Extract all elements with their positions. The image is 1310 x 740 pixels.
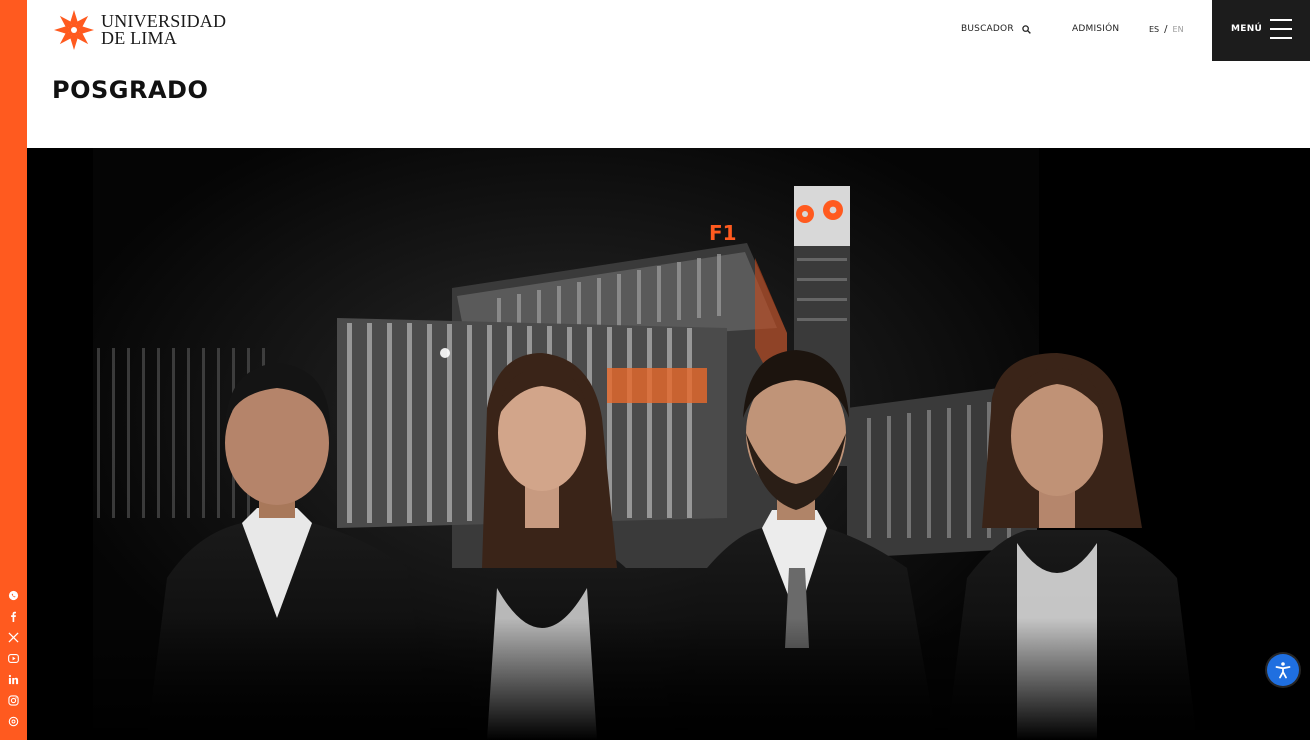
threads-icon[interactable]	[6, 714, 21, 729]
social-icons	[0, 588, 27, 729]
building-sign: F1	[709, 221, 737, 245]
search-label: BUSCADOR	[961, 24, 1014, 34]
site-header: UNIVERSIDAD DE LIMA POSGRADO BUSCADOR AD…	[27, 0, 1310, 148]
accessibility-icon	[1275, 662, 1291, 679]
hamburger-icon	[1270, 19, 1292, 39]
university-logo[interactable]: UNIVERSIDAD DE LIMA	[53, 9, 226, 51]
lang-es[interactable]: ES	[1149, 25, 1159, 34]
whatsapp-icon[interactable]	[6, 588, 21, 603]
search-link[interactable]: BUSCADOR	[961, 24, 1031, 34]
hero-banner: F1	[27, 148, 1310, 740]
menu-label: MENÚ	[1231, 24, 1263, 34]
admission-link[interactable]: ADMISIÓN	[1072, 24, 1119, 34]
logo-line-2: DE LIMA	[101, 28, 177, 48]
logo-wordmark: UNIVERSIDAD DE LIMA	[101, 12, 226, 48]
lang-separator: /	[1164, 24, 1168, 35]
hero-image: F1	[27, 148, 1310, 740]
youtube-icon[interactable]	[6, 651, 21, 666]
menu-button[interactable]: MENÚ	[1212, 0, 1310, 61]
facebook-icon[interactable]	[6, 609, 21, 624]
language-switcher: ES / EN	[1149, 24, 1184, 35]
search-icon	[1022, 24, 1031, 34]
accessibility-button[interactable]	[1267, 654, 1299, 686]
lang-en[interactable]: EN	[1173, 25, 1184, 34]
page-title: POSGRADO	[52, 76, 209, 104]
logo-star-icon	[54, 10, 94, 50]
linkedin-icon[interactable]	[6, 672, 21, 687]
x-icon[interactable]	[6, 630, 21, 645]
instagram-icon[interactable]	[6, 693, 21, 708]
social-rail	[0, 0, 27, 740]
